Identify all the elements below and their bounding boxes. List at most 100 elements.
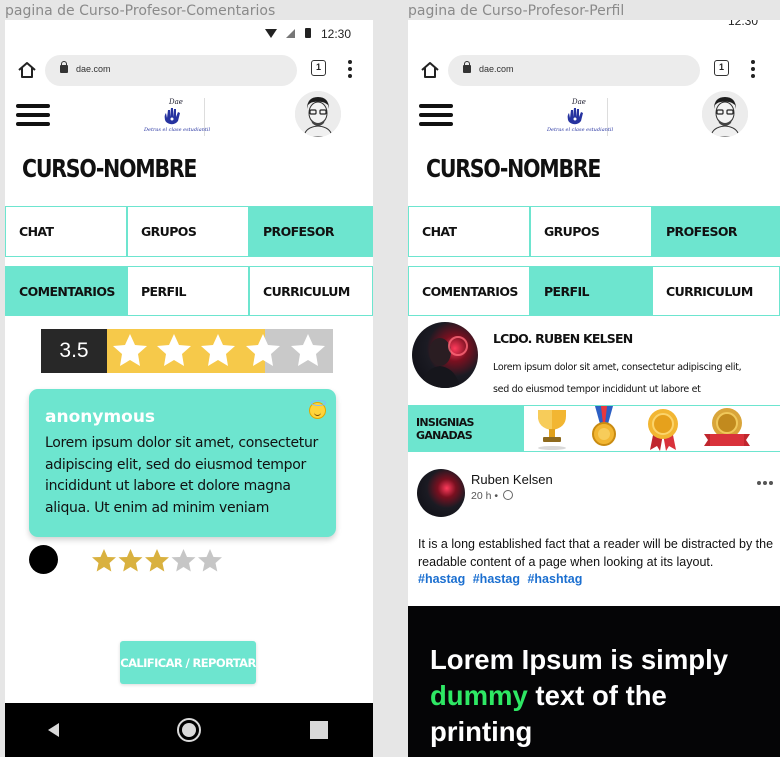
tab-profesor[interactable]: PROFESOR xyxy=(249,206,373,257)
status-time-partial: 12:30 xyxy=(727,20,758,28)
post-time: 20 h xyxy=(471,490,492,502)
more-options-icon[interactable] xyxy=(757,472,775,490)
tab-curriculum[interactable]: CURRICULUM xyxy=(652,266,780,316)
browser-bar: dae.com 1 xyxy=(408,48,780,92)
tabs-count-icon[interactable]: 1 xyxy=(714,60,729,76)
rating-value: 3.5 xyxy=(41,329,107,373)
commenter-dot xyxy=(29,545,58,574)
professor-bio-line1: Lorem ipsum dolor sit amet, consectetur … xyxy=(493,362,742,373)
banner-highlight: dummy xyxy=(430,680,528,711)
rating-star-icons xyxy=(113,334,325,366)
app-logo[interactable]: Dae Detras el clase estudiantil xyxy=(544,98,613,136)
star-empty-icon xyxy=(198,549,222,572)
logo-top-text: Dae xyxy=(572,98,586,106)
professor-photo xyxy=(412,322,478,388)
home-icon[interactable] xyxy=(17,60,37,80)
comment-stars xyxy=(92,549,222,572)
award-ribbon-icon xyxy=(648,409,678,451)
hashtag-link[interactable]: #hastag xyxy=(418,572,465,586)
banner-line3: printing xyxy=(430,716,533,747)
post-tags: #hastag #hastag #hashtag xyxy=(418,572,586,586)
globe-icon xyxy=(502,490,513,500)
app-header: Dae Detras el clase estudiantil xyxy=(5,91,373,140)
overall-rating: 3.5 xyxy=(41,329,333,373)
star-filled-icon xyxy=(118,549,143,572)
angel-emoji-icon xyxy=(309,400,326,419)
banner-line1: Lorem Ipsum is simply xyxy=(430,644,729,675)
professor-bio-line2: sed do eiusmod tempor incididunt ut labo… xyxy=(493,384,701,395)
user-avatar[interactable] xyxy=(702,91,748,137)
hashtag-link[interactable]: #hastag xyxy=(473,572,520,586)
android-home-icon[interactable] xyxy=(177,718,201,742)
hamburger-menu-icon[interactable] xyxy=(16,104,50,126)
frame-label-comentarios: pagina de Curso-Profesor-Comentarios xyxy=(5,3,276,19)
star-empty-icon xyxy=(171,549,196,572)
rate-report-button[interactable]: CALIFICAR / REPORTAR xyxy=(120,641,256,684)
hand-logo-icon xyxy=(567,108,583,125)
page-title: CURSO-NOMBRE xyxy=(22,154,197,183)
tab-grupos[interactable]: GRUPOS xyxy=(530,206,652,257)
course-nav: CHAT GRUPOS PROFESOR COMENTARIOS PERFIL … xyxy=(5,206,373,318)
post-author[interactable]: Ruben Kelsen xyxy=(471,472,553,487)
professor-bio: Lorem ipsum dolor sit amet, consectetur … xyxy=(493,357,773,401)
hamburger-menu-icon[interactable] xyxy=(419,104,453,126)
star-filled-icon xyxy=(145,549,169,572)
badges-label: INSIGNIAS GANADAS xyxy=(408,406,524,451)
back-icon[interactable] xyxy=(48,723,59,737)
tab-perfil[interactable]: PERFIL xyxy=(530,266,652,316)
status-bar-partial: 12:30 xyxy=(408,20,780,48)
lock-icon xyxy=(463,61,471,73)
kebab-menu-icon[interactable] xyxy=(348,60,352,78)
kebab-menu-icon[interactable] xyxy=(751,60,755,78)
android-nav-bar xyxy=(5,703,373,757)
url-bar[interactable]: dae.com xyxy=(448,55,700,86)
lock-icon xyxy=(60,61,68,73)
signal-icon xyxy=(286,29,295,38)
status-time: 12:30 xyxy=(320,27,351,41)
logo-subtitle: Detras el clase estudiantil xyxy=(144,127,211,133)
tab-profesor[interactable]: PROFESOR xyxy=(652,206,780,257)
tab-perfil[interactable]: PERFIL xyxy=(127,266,249,316)
app-logo[interactable]: Dae Detras el clase estudiantil xyxy=(141,98,210,136)
tab-curriculum[interactable]: CURRICULUM xyxy=(249,266,373,316)
tab-comentarios[interactable]: COMENTARIOS xyxy=(408,266,530,316)
banner-line2-rest: text of the xyxy=(527,680,667,711)
banner-text: Lorem Ipsum is simply dummy text of the … xyxy=(430,642,758,750)
app-header: Dae Detras el clase estudiantil xyxy=(408,91,780,140)
tabs-count-icon[interactable]: 1 xyxy=(311,60,326,76)
tab-grupos[interactable]: GRUPOS xyxy=(127,206,249,257)
battery-icon xyxy=(305,28,311,38)
tab-chat[interactable]: CHAT xyxy=(408,206,530,257)
hand-logo-icon xyxy=(164,108,180,125)
url-text: dae.com xyxy=(479,64,514,74)
post-text: It is a long established fact that a rea… xyxy=(418,537,774,569)
url-text: dae.com xyxy=(76,64,111,74)
wifi-icon xyxy=(265,29,277,38)
professor-name: LCDO. RUBEN KELSEN xyxy=(493,331,633,346)
avatar-face-icon xyxy=(295,91,341,137)
banner-line2: dummy text of the xyxy=(430,678,758,714)
url-bar[interactable]: dae.com xyxy=(45,55,297,86)
award-banner-icon xyxy=(704,408,750,446)
badges-row: INSIGNIAS GANADAS xyxy=(408,405,780,452)
professor-silhouette-icon xyxy=(420,336,468,388)
trophy-icon xyxy=(538,410,566,450)
comment-text: Lorem ipsum dolor sit amet, consectetur … xyxy=(45,435,319,516)
screen-perfil: 12:30 dae.com 1 Dae Detras el clase estu… xyxy=(408,20,780,757)
user-avatar[interactable] xyxy=(295,91,341,137)
logo-subtitle: Detras el clase estudiantil xyxy=(547,127,614,133)
tab-comentarios[interactable]: COMENTARIOS xyxy=(5,266,127,316)
course-nav: CHAT GRUPOS PROFESOR COMENTARIOS PERFIL … xyxy=(408,206,780,318)
comment-card: anonymous Lorem ipsum dolor sit amet, co… xyxy=(29,389,336,537)
screen-comentarios: 12:30 dae.com 1 Dae Detras el clase estu… xyxy=(5,20,373,757)
rating-stars xyxy=(107,329,333,373)
tab-chat[interactable]: CHAT xyxy=(5,206,127,257)
hashtag-link[interactable]: #hashtag xyxy=(527,572,582,586)
medal-icon xyxy=(592,406,616,446)
promo-banner: Lorem Ipsum is simply dummy text of the … xyxy=(408,606,780,757)
recents-icon[interactable] xyxy=(310,721,328,739)
logo-top-text: Dae xyxy=(169,98,183,106)
home-icon[interactable] xyxy=(420,60,440,80)
star-filled-icon xyxy=(92,549,116,572)
post-avatar[interactable] xyxy=(417,469,465,517)
